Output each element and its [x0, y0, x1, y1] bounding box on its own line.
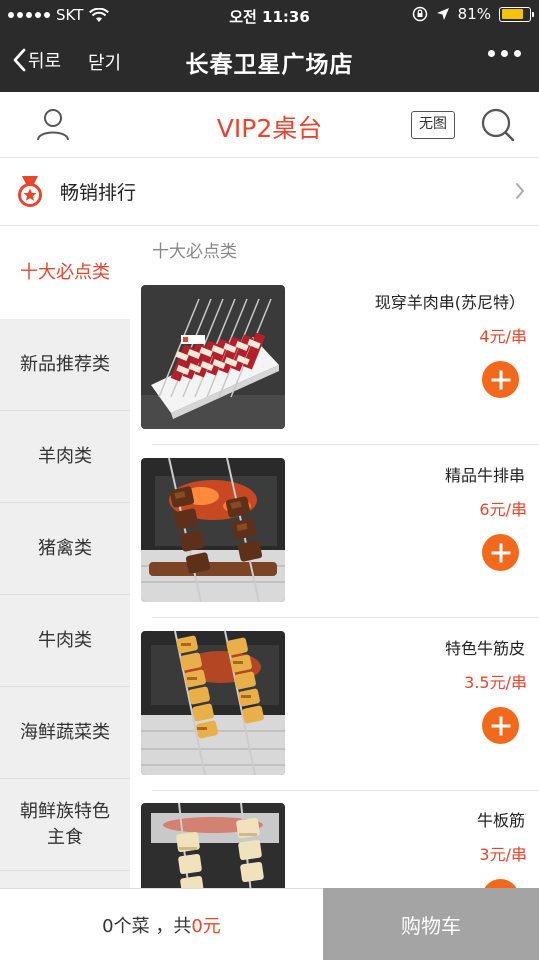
category-item-top-ten[interactable]: 十大必点类	[0, 227, 130, 319]
cart-total: 0元	[191, 916, 221, 937]
divider	[152, 790, 539, 791]
section-title: 十大必点类	[152, 242, 237, 262]
menu-item-name: 精品牛排串	[444, 466, 525, 485]
no-image-toggle[interactable]: 无图	[411, 111, 455, 139]
menu-item-name: 现穿羊肉串(苏尼特）	[374, 293, 525, 312]
cart-bar: 0个菜 ，共 0元 购物车	[0, 888, 539, 960]
menu-item-price: 3.5元/串	[464, 673, 527, 692]
add-to-cart-button[interactable]	[482, 361, 519, 398]
category-item-beef[interactable]: 牛肉类	[0, 595, 130, 687]
menu-item-image[interactable]	[141, 803, 285, 888]
category-label: 牛肉类	[38, 629, 92, 651]
menu-item: 特色牛筋皮 3.5元/串	[130, 631, 539, 803]
cart-button[interactable]: 购物车	[323, 888, 539, 960]
menu-item-image[interactable]	[141, 285, 285, 429]
add-to-cart-button[interactable]	[482, 707, 519, 744]
chevron-right-icon	[516, 183, 525, 199]
more-dot-icon	[514, 50, 521, 57]
more-dot-icon	[488, 50, 495, 57]
category-label: 朝鲜族特色主食	[20, 800, 110, 848]
menu-item: 牛板筋 3元/串	[130, 803, 539, 888]
menu-item-name: 牛板筋	[476, 811, 525, 830]
table-title: VIP2桌台	[216, 114, 323, 143]
menu-item-name: 特色牛筋皮	[444, 639, 525, 658]
bestseller-ranking-row[interactable]: 畅销排行	[0, 158, 539, 226]
menu-item-price: 3元/串	[479, 845, 527, 864]
category-sidebar: 十大必点类 新品推荐类 羊肉类 猪禽类 牛肉类 海鲜蔬菜类 朝鲜族特色主食	[0, 227, 130, 888]
category-item-new[interactable]: 新品推荐类	[0, 319, 130, 411]
more-dot-icon	[501, 50, 508, 57]
category-item-pork-poultry[interactable]: 猪禽类	[0, 503, 130, 595]
divider	[152, 617, 539, 618]
status-bar: SKT 오전 11:36 81%	[0, 0, 539, 30]
menu-item: 精品牛排串 6元/串	[130, 458, 539, 630]
category-label: 新品推荐类	[20, 353, 110, 375]
orientation-lock-icon	[412, 6, 427, 22]
menu-item-image[interactable]	[141, 458, 285, 602]
category-label: 猪禽类	[38, 537, 92, 559]
menu-item-image[interactable]	[141, 631, 285, 775]
page-title: 长春卫星广场店	[185, 52, 354, 78]
battery-icon	[499, 6, 534, 22]
menu-item-price: 4元/串	[479, 327, 527, 346]
search-icon[interactable]	[479, 106, 517, 144]
category-item-lamb[interactable]: 羊肉类	[0, 411, 130, 503]
divider	[152, 444, 539, 445]
category-item-seafood-veg[interactable]: 海鲜蔬菜类	[0, 687, 130, 779]
category-label: 羊肉类	[38, 445, 92, 467]
status-right: 81%	[412, 5, 534, 23]
battery-percent: 81%	[457, 5, 491, 23]
menu-item-price: 6元/串	[479, 500, 527, 519]
bestseller-label: 畅销排行	[60, 182, 137, 204]
location-arrow-icon	[436, 8, 449, 20]
add-to-cart-button[interactable]	[482, 879, 519, 888]
cart-count: 0个菜	[102, 916, 150, 937]
category-label: 海鲜蔬菜类	[20, 721, 110, 743]
cart-separator: ，共	[149, 916, 192, 937]
medal-icon	[18, 176, 42, 207]
menu-header: VIP2桌台 无图	[0, 92, 539, 158]
nav-bar: 뒤로 닫기 长春卫星广场店	[0, 30, 539, 92]
menu-item: 现穿羊肉串(苏尼特） 4元/串	[130, 285, 539, 457]
add-to-cart-button[interactable]	[482, 534, 519, 571]
cart-summary: 0个菜 ，共 0元	[0, 889, 323, 960]
category-label: 十大必点类	[20, 262, 110, 283]
category-item-korean-staple[interactable]: 朝鲜族特色主食	[0, 779, 130, 871]
more-options-button[interactable]	[488, 50, 521, 57]
menu-list: 十大必点类 现穿羊肉串(苏尼特） 4元/串 精品牛排串 6元/串 特色牛筋皮 3…	[130, 227, 539, 888]
